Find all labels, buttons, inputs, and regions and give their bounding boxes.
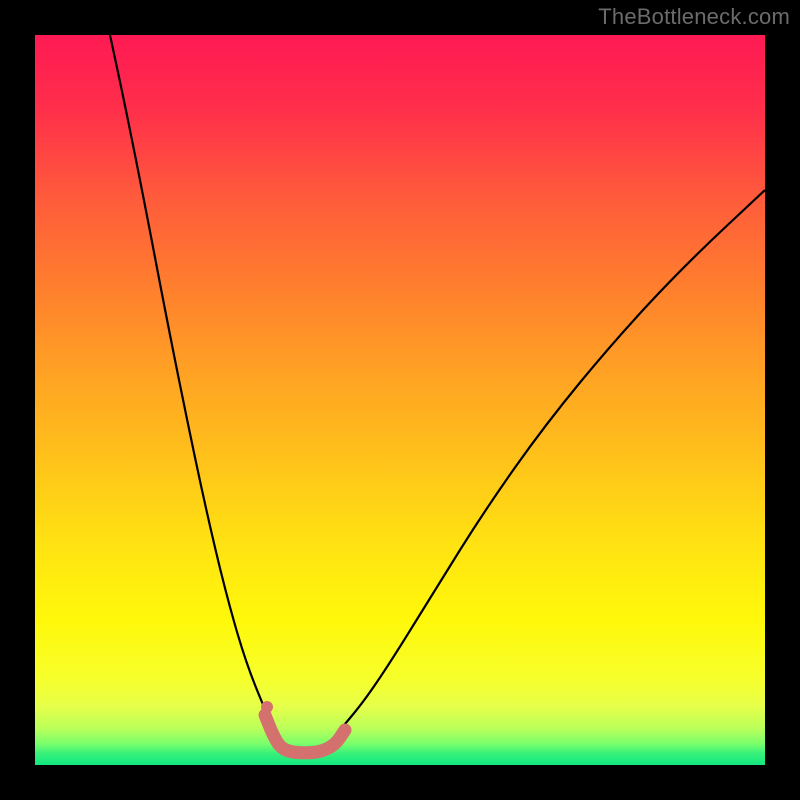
chart-frame: TheBottleneck.com: [0, 0, 800, 800]
right-curve: [340, 190, 765, 730]
plot-area: [35, 35, 765, 765]
valley-dot: [261, 701, 273, 713]
valley-marker: [265, 715, 345, 753]
watermark-text: TheBottleneck.com: [598, 4, 790, 30]
left-curve: [110, 35, 275, 730]
curve-layer: [35, 35, 765, 765]
